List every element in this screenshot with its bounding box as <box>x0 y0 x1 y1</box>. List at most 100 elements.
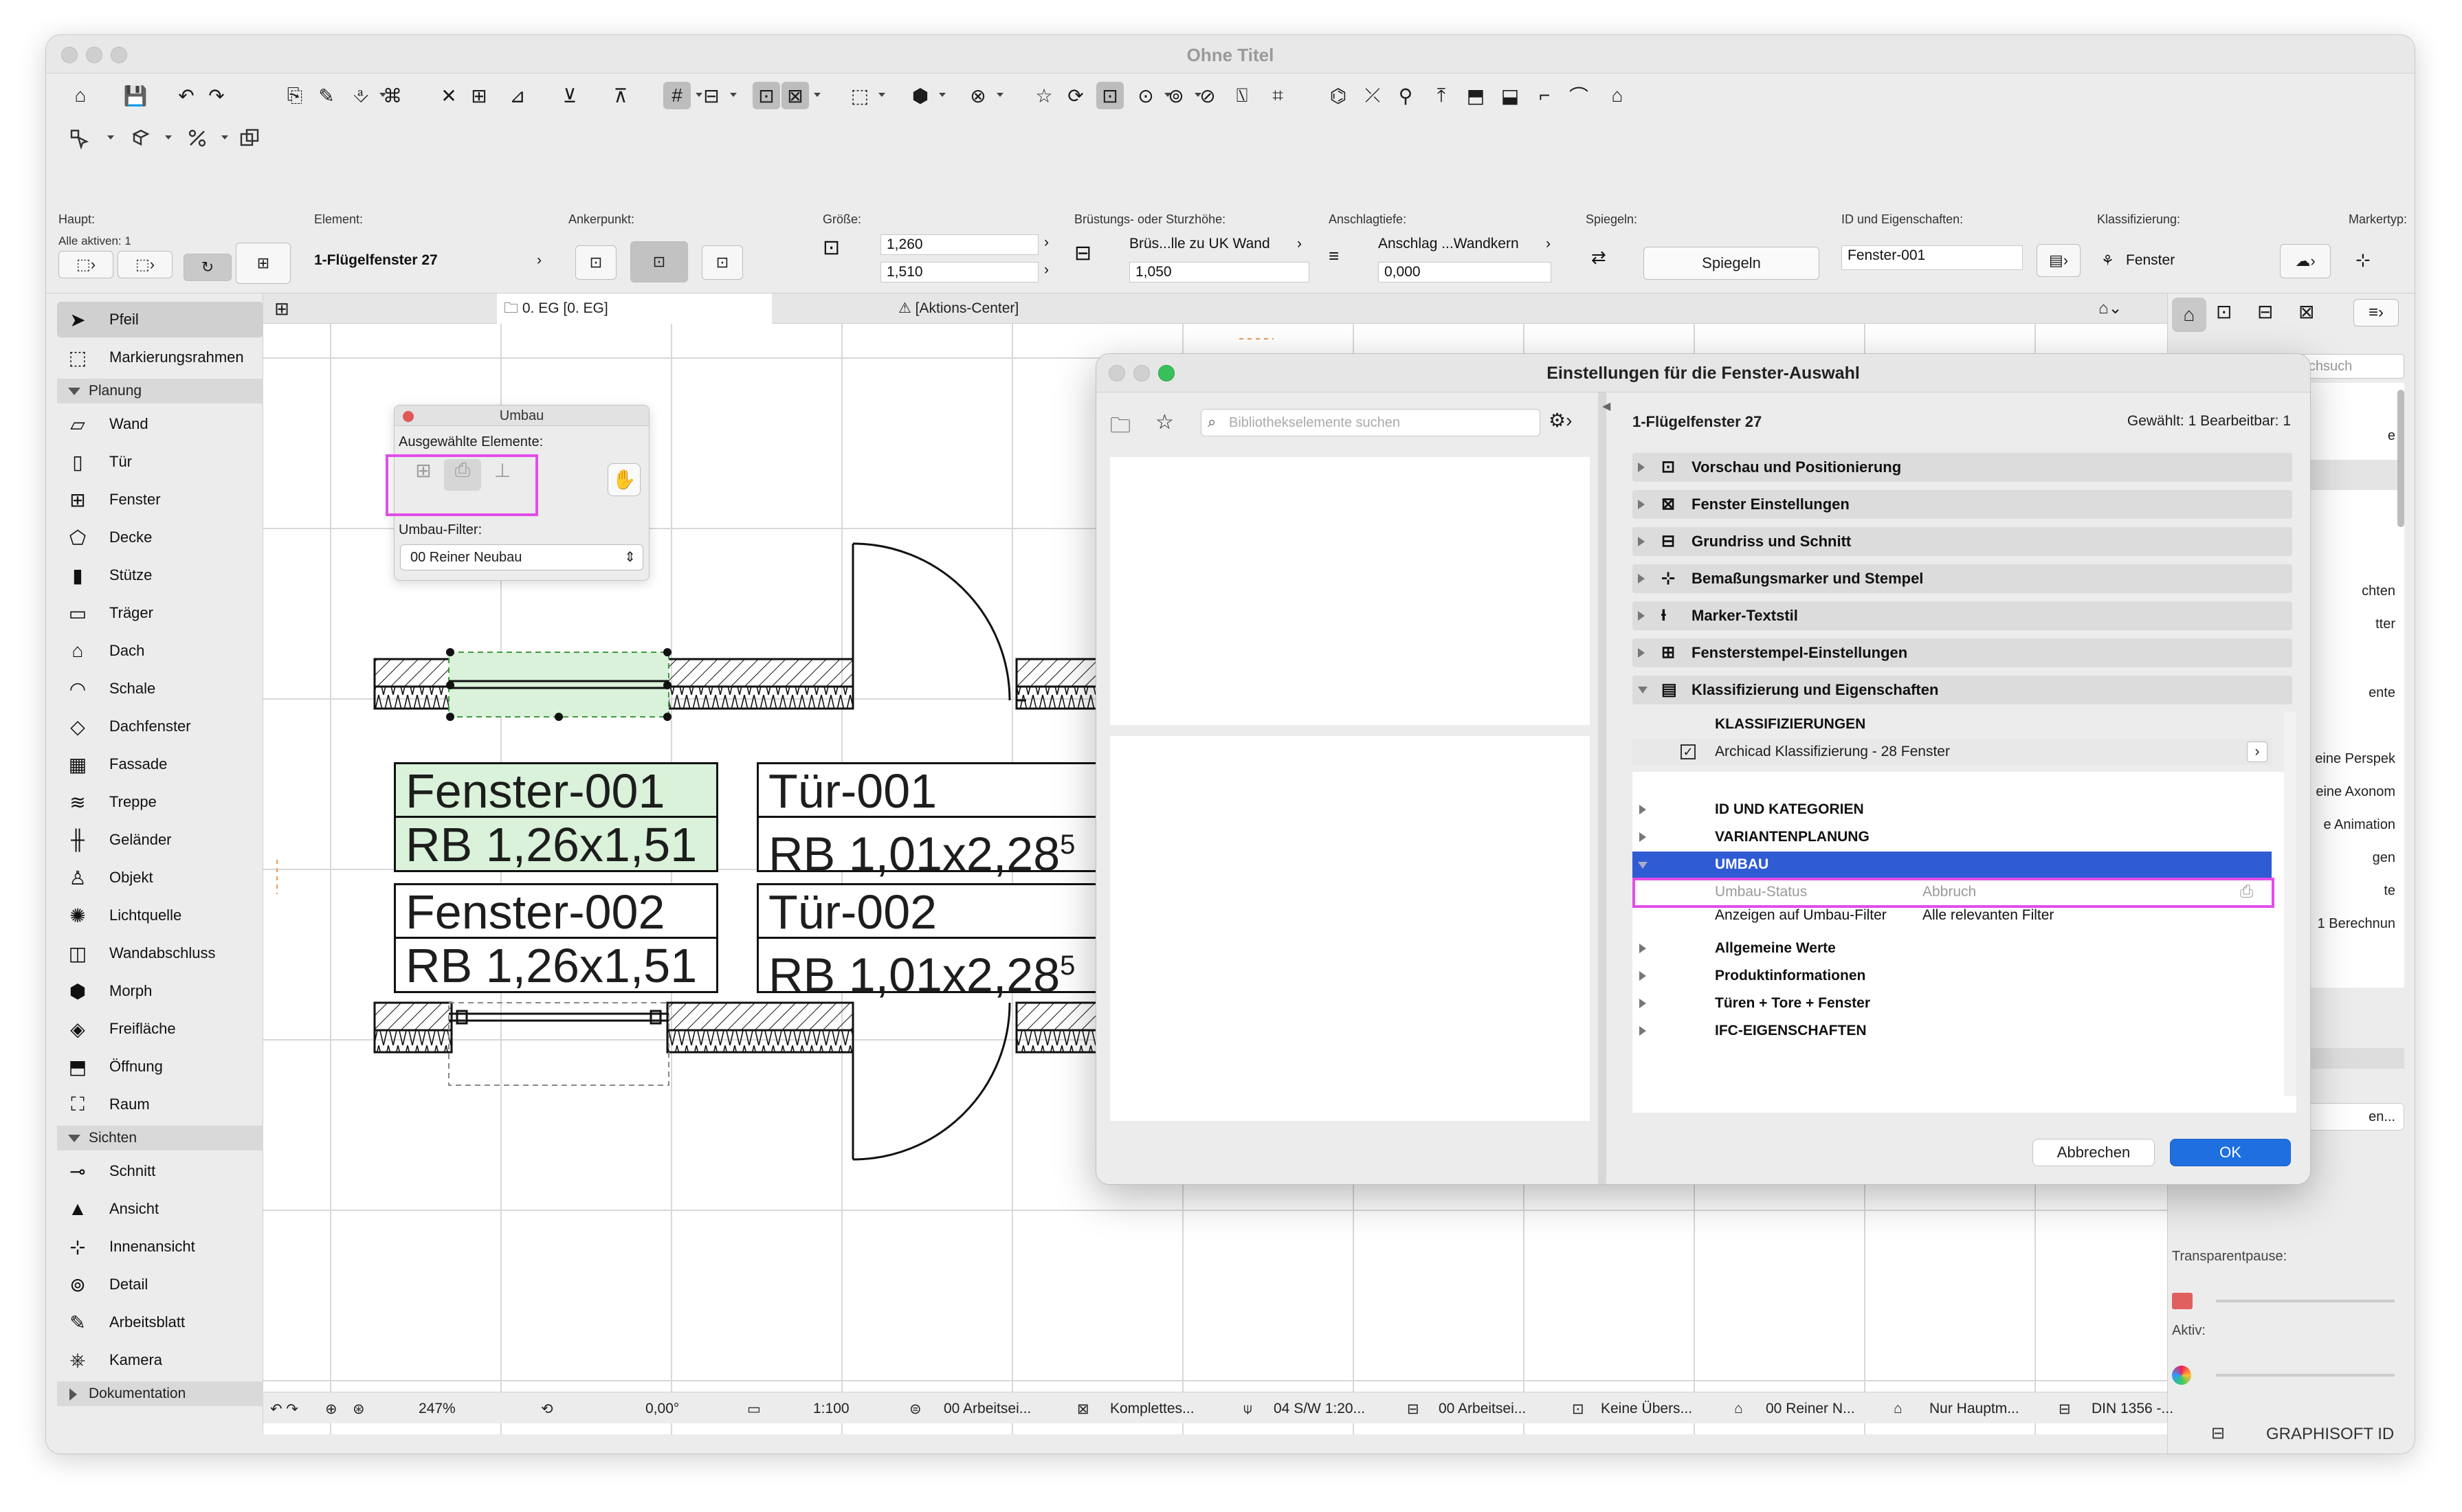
project-tree-item[interactable]: 1 Berechnun <box>2318 916 2395 932</box>
chevron-down-icon[interactable] <box>729 90 738 98</box>
tool-morph[interactable]: ⬢ Morph <box>57 973 263 1009</box>
prop-group-id[interactable]: ID UND KATEGORIEN <box>1632 797 2272 823</box>
graphisoft-id-label[interactable]: GRAPHISOFT ID <box>2266 1425 2394 1444</box>
reveal-depth-field[interactable]: 0,000 <box>1378 262 1551 282</box>
properties-scrollbar[interactable] <box>2284 711 2296 1096</box>
tool-column[interactable]: ▮ Stütze <box>57 557 263 593</box>
solid-icon[interactable]: ⌬ <box>1324 82 1352 109</box>
tool-arrow[interactable]: ➤ Pfeil <box>57 302 263 337</box>
layout-book-icon[interactable]: ⊟ <box>2257 300 2273 323</box>
label-window-001-id[interactable]: Fenster-001 <box>394 762 718 819</box>
project-tree-item[interactable]: e Animation <box>2323 817 2395 833</box>
roof-icon[interactable]: ⌂ <box>1604 82 1631 109</box>
tags-icon[interactable]: ⍂ <box>1228 82 1256 109</box>
label-door-001-id[interactable]: Tür-001 <box>757 762 1107 819</box>
tool-marquee[interactable]: ⬚ Markierungsrahmen <box>57 340 263 375</box>
tab-overview-icon[interactable]: ⊞ <box>263 293 300 324</box>
settings-panel-row[interactable]: ⊠ Fenster Einstellungen <box>1632 490 2292 519</box>
lock-icon[interactable]: ⊠ <box>781 82 809 109</box>
tool-zone[interactable]: ⛶ Raum <box>57 1087 263 1122</box>
project-map-icon[interactable]: ⌂ <box>2172 298 2206 332</box>
tool-window[interactable]: ⊞ Fenster <box>57 482 263 518</box>
menu-icon[interactable]: ≡› <box>2353 299 2399 326</box>
anchor-right-button[interactable]: ⊡ <box>702 245 743 280</box>
project-tree-item[interactable]: e <box>2388 428 2395 444</box>
stretch-icon[interactable]: ⬒ <box>1462 82 1489 109</box>
classification-row[interactable]: ✓ Archicad Klassifizierung - 28 Fenster … <box>1632 739 2272 765</box>
din-value[interactable]: DIN 1356 -... <box>2092 1401 2173 1417</box>
cursor-snap-icon[interactable]: ✕ <box>435 82 463 109</box>
redo-icon[interactable]: ↷ <box>203 82 230 109</box>
section-header[interactable]: Dokumentation <box>57 1381 263 1406</box>
override-value[interactable]: Keine Übers... <box>1601 1401 1692 1417</box>
layers-icon[interactable]: ⊗ <box>964 82 992 109</box>
dimension-icon[interactable]: ⊘ <box>1194 82 1221 109</box>
tool-opening[interactable]: ⬒ Öffnung <box>57 1049 263 1085</box>
project-tree-item[interactable]: te <box>2384 883 2395 899</box>
project-tree-item[interactable]: eine Axonom <box>2316 784 2395 800</box>
marker-type-icon[interactable]: ⊹ <box>2355 249 2371 271</box>
renovation-filter-select[interactable]: 00 Reiner Neubau ⇕ <box>400 544 643 570</box>
prop-group-doors[interactable]: Türen + Tore + Fenster <box>1632 990 2272 1016</box>
dimension-value[interactable]: 00 Arbeitsei... <box>1439 1401 1526 1417</box>
tool-skylight[interactable]: ◇ Dachfenster <box>57 709 263 744</box>
structure-value[interactable]: Nur Hauptm... <box>1929 1401 2019 1417</box>
settings-panel-row[interactable]: ⊟ Grundriss und Schnitt <box>1632 527 2292 556</box>
settings-panel-row[interactable]: ⊡ Vorschau und Positionierung <box>1632 453 2292 482</box>
sill-height-field[interactable]: 1,050 <box>1129 262 1309 282</box>
chevron-down-icon[interactable] <box>813 90 821 98</box>
renovation-value[interactable]: 00 Reiner N... <box>1766 1401 1855 1417</box>
grid-snap-icon[interactable]: ⊞ <box>465 82 493 109</box>
split-divider[interactable] <box>1598 392 1606 1184</box>
eyedropper-icon[interactable]: ✎ <box>313 82 340 109</box>
copy-icon[interactable] <box>236 124 263 152</box>
slab-tool-icon[interactable]: ⊟ <box>698 82 725 109</box>
zoom-fit-icon[interactable]: ⊛ <box>353 1401 365 1418</box>
tool-shell[interactable]: ◠ Schale <box>57 671 263 707</box>
checkbox-checked-icon[interactable]: ✓ <box>1681 744 1696 759</box>
mirror-button[interactable]: Spiegeln <box>1643 247 1819 280</box>
chevron-right-icon[interactable]: › <box>2247 742 2267 762</box>
fill-icon[interactable]: ⬚ <box>846 82 874 109</box>
collapse-arrow-icon[interactable]: ◀ <box>1602 399 1610 413</box>
prop-group-variants[interactable]: VARIANTENPLANUNG <box>1632 824 2272 850</box>
project-tree-item[interactable]: chten <box>2362 583 2395 599</box>
active-slider[interactable] <box>2216 1374 2395 1377</box>
cursor-icon[interactable]: ⊚ <box>1162 82 1190 109</box>
favorites-icon[interactable]: ☆ <box>1030 82 1058 109</box>
chevron-right-icon[interactable]: › <box>1044 262 1049 278</box>
tool-detail[interactable]: ⊚ Detail <box>57 1267 263 1302</box>
undo-icon[interactable]: ↶ <box>173 82 200 109</box>
folder-icon[interactable]: 🗀 <box>1110 410 1131 445</box>
label-window-002-id[interactable]: Fenster-002 <box>394 883 718 940</box>
library-settings-gear-icon[interactable]: ⚙› <box>1549 409 1584 436</box>
zoom-value[interactable]: 247% <box>419 1401 456 1417</box>
tab-action-center[interactable]: ⚠ [Aktions-Center] <box>898 293 1019 324</box>
section-header[interactable]: Planung <box>57 379 263 403</box>
chevron-down-icon[interactable] <box>221 133 229 141</box>
tool-wall[interactable]: ▱ Wand <box>57 406 263 442</box>
tool-railing[interactable]: ╫ Geländer <box>57 822 263 858</box>
prop-group-general[interactable]: Allgemeine Werte <box>1632 935 2272 961</box>
label-door-002-id[interactable]: Tür-002 <box>757 883 1107 940</box>
chevron-down-icon[interactable] <box>996 90 1004 98</box>
tool-lamp[interactable]: ✺ Lichtquelle <box>57 898 263 933</box>
height-field[interactable]: 1,510 <box>880 262 1039 282</box>
chevron-right-icon[interactable]: › <box>537 252 542 269</box>
chevron-down-icon[interactable] <box>107 133 115 141</box>
properties-button[interactable]: ▤› <box>2037 244 2081 277</box>
window-settings-button[interactable]: ⊞ <box>236 243 291 284</box>
section-header[interactable]: Sichten <box>57 1126 263 1150</box>
save-icon[interactable]: 💾 <box>122 82 149 109</box>
library-tree[interactable] <box>1110 457 1590 725</box>
tool-interior-elevation[interactable]: ⊹ Innenansicht <box>57 1229 263 1265</box>
anchor-left-button[interactable]: ⊡ <box>575 245 617 280</box>
label-door-002-dim[interactable]: RB 1,01x2,285 <box>757 937 1107 1001</box>
3d-view-icon[interactable]: ⬢ <box>907 82 934 109</box>
align-icon[interactable]: ⤒ <box>1428 82 1455 109</box>
layer-pen-button[interactable]: ⬚› <box>58 251 113 278</box>
pick-up-parameters-icon[interactable]: ⎘ <box>281 82 309 109</box>
tool-camera[interactable]: ⎈ Kamera <box>57 1342 263 1378</box>
chevron-right-icon[interactable]: › <box>1546 236 1551 252</box>
project-tree-item[interactable]: gen <box>2373 850 2395 866</box>
